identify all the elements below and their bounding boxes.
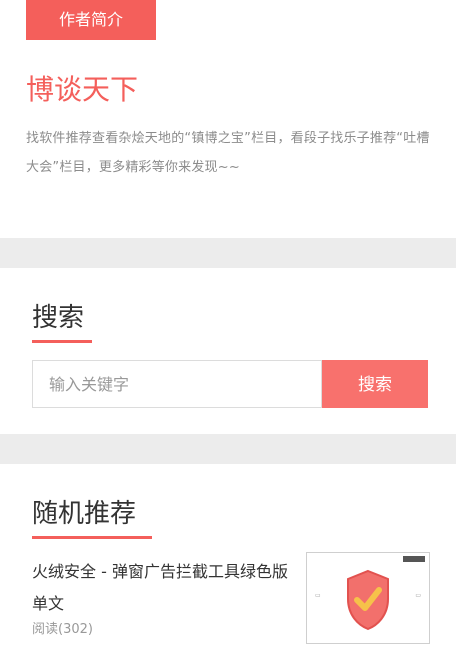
search-input[interactable]: [33, 361, 321, 407]
random-section-title: 随机推荐: [32, 499, 137, 529]
search-card: 搜索 搜索: [0, 268, 456, 434]
search-button[interactable]: 搜索: [322, 360, 428, 408]
article-thumbnail[interactable]: ▭ ▭: [306, 552, 430, 644]
thumbnail-side-mark: ▭: [315, 592, 321, 599]
author-card: 作者简介 博谈天下 找软件推荐查看杂烩天地的“镇博之宝”栏目，看段子找乐子推荐“…: [0, 0, 456, 238]
search-box: [32, 360, 322, 408]
read-count: 阅读(302): [32, 622, 93, 637]
title-underline: [32, 536, 152, 539]
recommended-article-title[interactable]: 火绒安全 - 弹窗广告拦截工具绿色版单文: [32, 556, 292, 620]
title-underline: [32, 340, 92, 343]
author-intro-tag: 作者简介: [26, 0, 156, 40]
author-name[interactable]: 博谈天下: [26, 70, 138, 110]
random-card: 随机推荐 火绒安全 - 弹窗广告拦截工具绿色版单文 阅读(302) ▭ ▭: [0, 464, 456, 656]
thumbnail-badge: [403, 556, 425, 562]
author-description: 找软件推荐查看杂烩天地的“镇博之宝”栏目，看段子找乐子推荐“吐槽大会”栏目，更多…: [26, 131, 430, 175]
thumbnail-side-mark: ▭: [415, 592, 421, 599]
shield-check-icon: [347, 569, 389, 631]
search-section-title: 搜索: [32, 303, 85, 333]
